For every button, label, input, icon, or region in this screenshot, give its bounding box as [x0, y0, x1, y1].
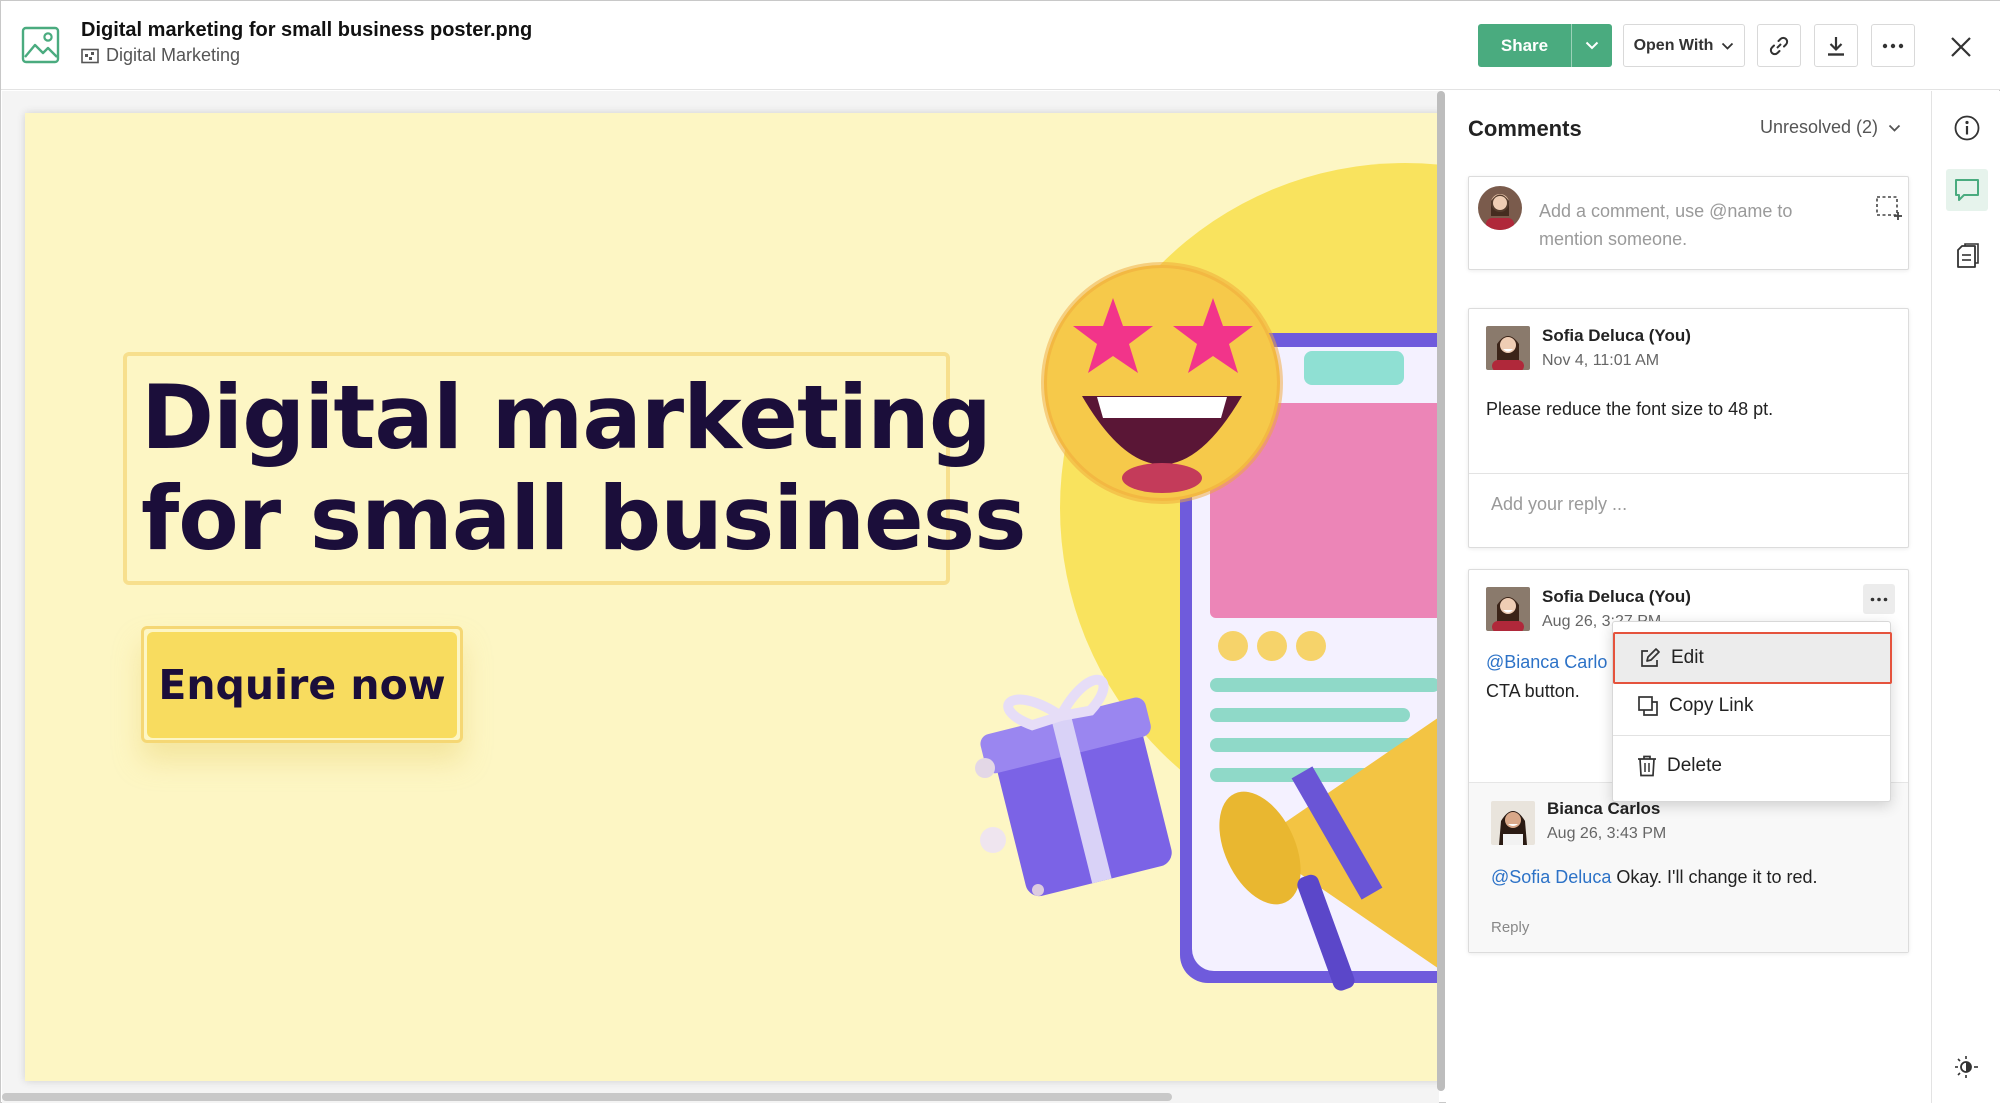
comments-button[interactable] [1946, 169, 1988, 211]
poster-image: Digital marketing for small business Enq… [25, 113, 1439, 1081]
share-button[interactable]: Share [1478, 24, 1572, 67]
region-select-icon [1876, 196, 1902, 220]
new-comment-input[interactable]: Add a comment, use @name to mention some… [1539, 197, 1839, 253]
menu-item-edit[interactable]: Edit [1613, 632, 1892, 684]
activity-icon [1957, 243, 1979, 268]
more-icon [1870, 597, 1888, 601]
reply-time: Aug 26, 3:43 PM [1547, 825, 1667, 842]
info-button[interactable] [1946, 107, 1988, 149]
poster-headline: Digital marketing for small business [141, 366, 1026, 570]
folder-icon [81, 48, 99, 63]
select-region-button[interactable] [1875, 195, 1903, 226]
edit-icon [1641, 648, 1660, 667]
comment-context-menu: Edit Copy Link Delete [1612, 621, 1892, 802]
share-dropdown-button[interactable] [1572, 24, 1612, 67]
copy-icon [1638, 696, 1658, 716]
mention-link[interactable]: @Sofia Deluca [1491, 867, 1611, 887]
header-bar: Digital marketing for small business pos… [1, 1, 2000, 90]
mention-link[interactable]: @Bianca Carlo [1486, 652, 1607, 672]
headline-line-2: for small business [141, 467, 1026, 570]
comment-more-button[interactable] [1863, 584, 1895, 614]
comment-text: @Bianca Carlo CTA button. [1486, 648, 1607, 706]
comment-text: Please reduce the font size to 48 pt. [1486, 399, 1774, 419]
comment-author: Sofia Deluca (You) [1542, 326, 1691, 345]
menu-item-label: Edit [1671, 647, 1704, 668]
menu-item-copy-link[interactable]: Copy Link [1613, 682, 1890, 730]
activity-button[interactable] [1946, 235, 1988, 277]
reply-input[interactable]: Add your reply ... [1469, 473, 1908, 547]
share-button-group: Share [1478, 24, 1612, 67]
menu-divider [1613, 735, 1890, 736]
download-button[interactable] [1814, 24, 1858, 67]
avatar [1491, 801, 1535, 845]
comments-filter-dropdown[interactable]: Unresolved (2) [1760, 117, 1901, 138]
comment-reply: Bianca Carlos Aug 26, 3:43 PM @Sofia Del… [1469, 782, 1908, 952]
download-icon [1828, 36, 1844, 56]
file-preview-window: Digital marketing for small business pos… [0, 0, 2000, 1103]
avatar [1486, 326, 1530, 370]
avatar [1478, 186, 1522, 230]
close-icon [1951, 37, 1971, 57]
reply-text: @Sofia Deluca Okay. I'll change it to re… [1491, 863, 1818, 892]
chevron-down-icon [1722, 42, 1734, 50]
reply-placeholder: Add your reply ... [1491, 494, 1628, 514]
trash-icon [1638, 755, 1656, 777]
link-icon [1769, 36, 1789, 55]
reply-link[interactable]: Reply [1491, 919, 1529, 936]
folder-name[interactable]: Digital Marketing [106, 45, 240, 66]
comments-title: Comments [1468, 116, 1582, 141]
poster-cta-button: Enquire now [147, 632, 457, 738]
comment-author: Sofia Deluca (You) [1542, 587, 1691, 606]
menu-item-label: Copy Link [1669, 695, 1754, 716]
new-comment-box[interactable]: Add a comment, use @name to mention some… [1468, 176, 1909, 270]
preview-vertical-scrollbar[interactable] [1437, 91, 1445, 1091]
more-icon [1882, 43, 1904, 48]
comments-filter-label: Unresolved (2) [1760, 117, 1879, 137]
comment-text-line: CTA button. [1486, 681, 1580, 701]
open-with-button[interactable]: Open With [1623, 24, 1745, 67]
image-preview-area: Digital marketing for small business Enq… [2, 91, 1439, 1103]
theme-toggle-button[interactable] [1946, 1046, 1988, 1088]
menu-item-delete[interactable]: Delete [1613, 742, 1890, 790]
more-options-button[interactable] [1871, 24, 1915, 67]
comment-time: Nov 4, 11:01 AM [1542, 352, 1660, 369]
info-icon [1954, 115, 1980, 141]
chevron-down-icon [1585, 41, 1599, 50]
close-button[interactable] [1941, 27, 1981, 67]
open-with-label: Open With [1633, 36, 1714, 54]
reply-text-body: Okay. I'll change it to red. [1611, 867, 1818, 887]
poster-illustration [975, 163, 1439, 991]
avatar [1486, 587, 1530, 631]
file-name: Digital marketing for small business pos… [81, 19, 533, 41]
image-file-icon [21, 25, 61, 65]
menu-item-label: Delete [1667, 755, 1722, 776]
comments-panel: Comments Unresolved (2) Add a comment, u… [1446, 91, 1931, 1103]
theme-toggle-icon [1955, 1056, 1978, 1078]
right-rail [1931, 91, 2000, 1103]
copy-link-button[interactable] [1757, 24, 1801, 67]
chevron-down-icon [1888, 124, 1901, 132]
folder-breadcrumb[interactable]: Digital Marketing [81, 45, 240, 66]
preview-horizontal-scrollbar[interactable] [2, 1093, 1172, 1101]
reply-author: Bianca Carlos [1547, 799, 1661, 818]
comments-icon [1955, 179, 1979, 201]
comment-thread: Sofia Deluca (You) Nov 4, 11:01 AM Pleas… [1468, 308, 1909, 548]
headline-line-1: Digital marketing [141, 366, 992, 469]
